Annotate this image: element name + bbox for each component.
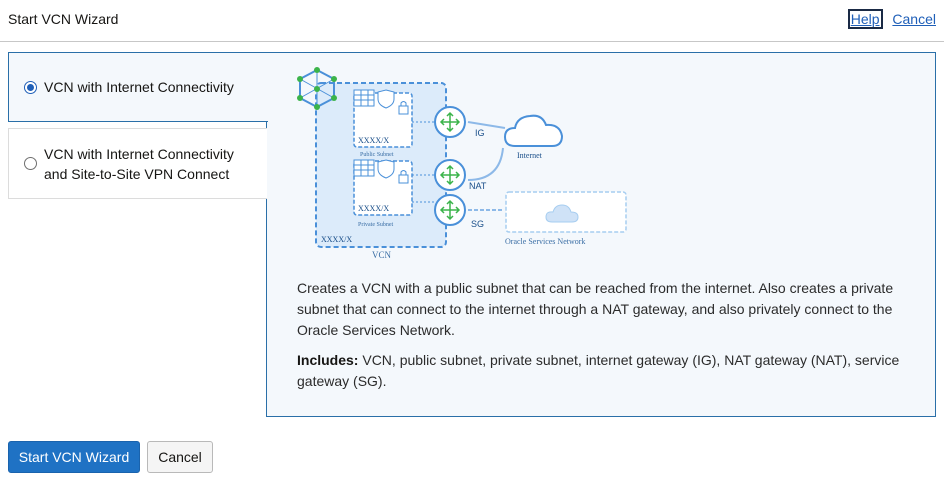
table-icon <box>353 159 375 177</box>
osn-label: Oracle Services Network <box>505 237 585 246</box>
includes-text: VCN, public subnet, private subnet, inte… <box>297 352 900 389</box>
public-subnet-cidr: XXXX/X <box>358 136 389 145</box>
includes-label: Includes: <box>297 352 359 368</box>
vcn-cidr: XXXX/X <box>321 235 352 244</box>
option-vcn-vpn[interactable]: VCN with Internet Connectivity and Site-… <box>8 128 267 199</box>
table-icon <box>353 89 375 107</box>
radio-selected-icon[interactable] <box>24 81 37 94</box>
radio-unselected-icon[interactable] <box>24 157 37 170</box>
option-includes: Includes: VCN, public subnet, private su… <box>297 350 917 392</box>
option-description: Creates a VCN with a public subnet that … <box>297 280 894 338</box>
shield-icon <box>377 89 395 109</box>
dialog-title: Start VCN Wizard <box>8 11 119 27</box>
dialog-header: Start VCN Wizard Help Cancel <box>0 0 944 42</box>
cancel-button[interactable]: Cancel <box>147 441 213 473</box>
nat-label: NAT <box>469 181 487 191</box>
sg-label: SG <box>471 219 484 229</box>
option-label-line1: VCN with Internet Connectivity <box>44 146 234 162</box>
vcn-architecture-diagram: XXXX/X Public Subnet XXXX/X Private Subn… <box>297 67 627 260</box>
vcn-label: VCN <box>372 250 392 260</box>
private-subnet-label: Private Subnet <box>358 222 393 228</box>
internet-label: Internet <box>517 151 543 160</box>
option-label-line2: and Site-to-Site VPN Connect <box>44 166 230 182</box>
header-links: Help Cancel <box>847 9 936 29</box>
nat-gateway-icon <box>434 159 466 191</box>
service-gateway-icon <box>434 194 466 226</box>
public-subnet-label: Public Subnet <box>360 152 394 158</box>
shield-icon <box>377 159 395 179</box>
internet-gateway-icon <box>434 106 466 138</box>
help-link[interactable]: Help <box>847 9 883 29</box>
ig-label: IG <box>475 128 485 138</box>
private-subnet-cidr: XXXX/X <box>358 204 389 213</box>
option-label: VCN with Internet Connectivity <box>44 79 234 95</box>
option-vcn-internet[interactable]: VCN with Internet Connectivity <box>8 52 268 122</box>
start-vcn-wizard-button[interactable]: Start VCN Wizard <box>8 441 140 473</box>
internet-cloud-icon <box>503 114 564 147</box>
option-label: VCN with Internet Connectivity and Site-… <box>44 144 234 184</box>
cancel-link[interactable]: Cancel <box>892 11 936 27</box>
